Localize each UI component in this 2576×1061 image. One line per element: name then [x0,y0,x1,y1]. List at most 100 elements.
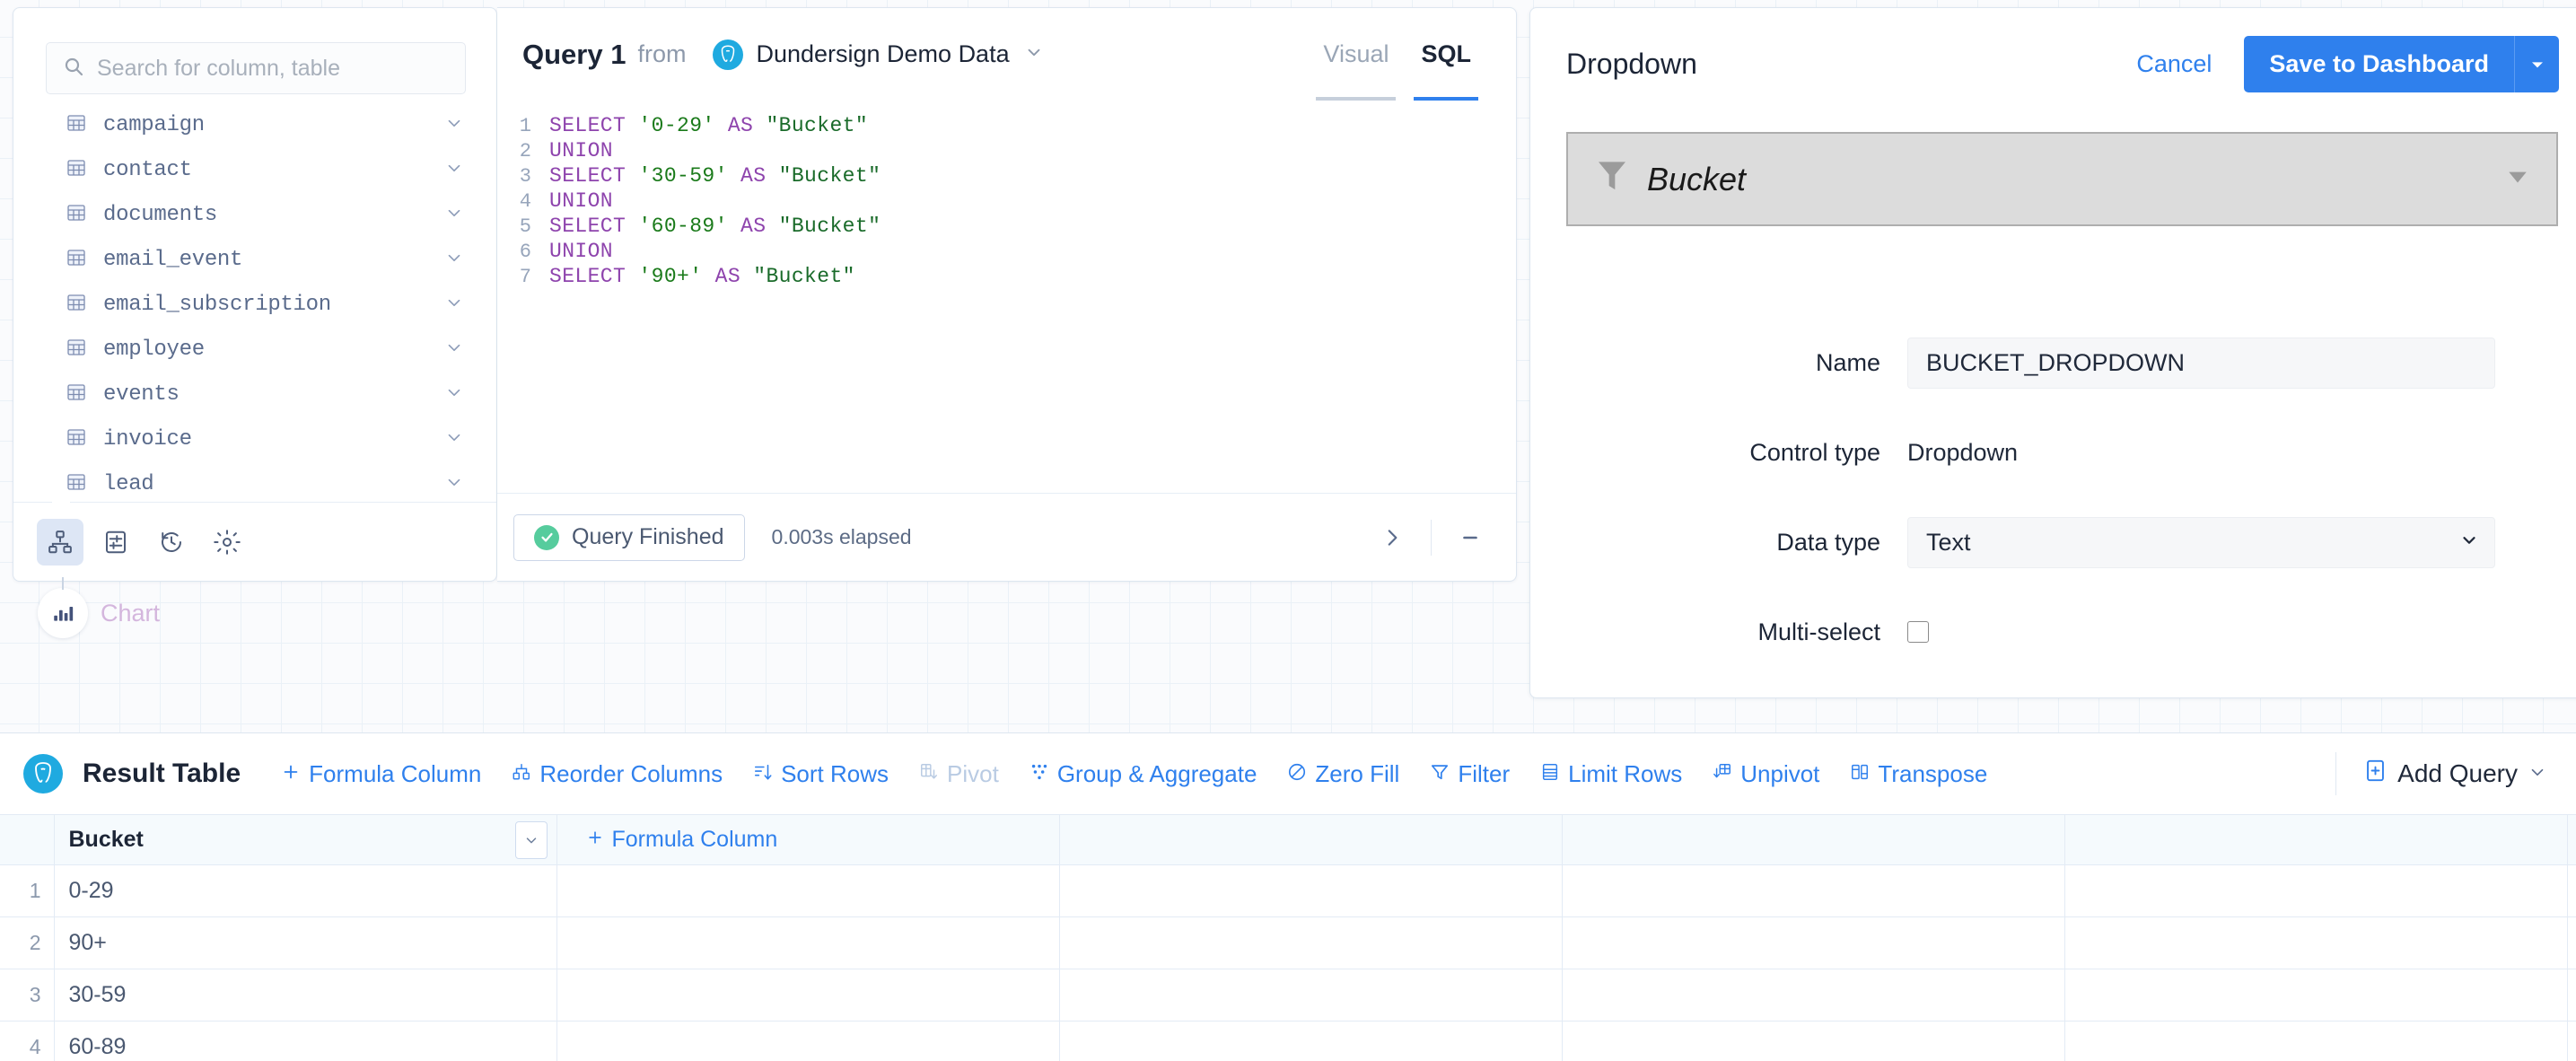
chevron-down-icon[interactable] [444,113,464,137]
table-list-item[interactable]: lead [13,461,496,506]
bar-chart-icon[interactable] [38,588,88,638]
add-formula-column-button[interactable]: Formula Column [572,827,1059,853]
table-list-item[interactable]: invoice [13,417,496,461]
column-header-bucket[interactable]: Bucket [53,814,557,865]
sql-line-text[interactable]: SELECT '90+' AS "Bucket" [549,265,855,288]
toolbar-action-transpose[interactable]: Transpose [1835,760,2002,788]
table-row[interactable]: 3 30-59 [0,969,2576,1022]
chart-tab[interactable]: Chart [16,577,160,638]
add-query-button[interactable]: Add Query [2363,758,2547,789]
toolbar-action-formula-column[interactable]: Formula Column [266,760,496,788]
table-list-item[interactable]: contact [13,147,496,192]
table-list-item[interactable]: documents [13,192,496,237]
cell-empty[interactable] [1058,1021,1563,1061]
sql-line-text[interactable]: SELECT '0-29' AS "Bucket" [549,114,868,137]
cell-empty[interactable] [1058,969,1563,1022]
cell-empty[interactable] [2063,864,2568,917]
check-circle-icon [534,524,559,550]
expand-chevron-icon[interactable] [1366,512,1418,564]
data-type-select[interactable]: Text [1907,516,2495,568]
sql-line-text[interactable]: UNION [549,189,613,213]
sql-line-text[interactable]: SELECT '30-59' AS "Bucket" [549,164,881,188]
sql-line: 7 SELECT '90+' AS "Bucket" [497,264,1516,289]
dropdown-preview-widget[interactable]: Bucket [1566,132,2558,226]
toolbar-action-sort-rows[interactable]: Sort Rows [738,760,904,788]
cell-empty[interactable] [556,916,1060,969]
toolbar-action-zero-fill[interactable]: Zero Fill [1272,760,1415,788]
cell-empty[interactable] [2063,969,2568,1022]
minimize-icon[interactable] [1444,512,1496,564]
cell-empty[interactable] [556,969,1060,1022]
dropdown-panel-header: Dropdown Cancel Save to Dashboard [1530,8,2576,120]
schema-icon[interactable] [37,518,83,566]
chevron-down-icon[interactable] [444,338,464,362]
cancel-button[interactable]: Cancel [2136,50,2212,78]
caret-down-icon[interactable] [2506,165,2529,193]
chevron-down-icon[interactable] [444,248,464,272]
chevron-down-icon[interactable] [444,158,464,182]
cell-empty[interactable] [2566,1021,2576,1061]
sql-line-text[interactable]: UNION [549,240,613,263]
search-input[interactable] [97,55,449,82]
group-icon [1030,760,1049,788]
settings-gear-icon[interactable] [204,519,250,566]
cell-empty[interactable] [2063,916,2568,969]
cell-empty[interactable] [1561,864,2065,917]
cell-empty[interactable] [2566,864,2576,917]
table-list-item[interactable]: campaign [13,102,496,147]
table-list-item[interactable]: events [13,372,496,417]
result-table-right-actions: Add Query [2335,752,2547,795]
table-row[interactable]: 2 90+ [0,916,2576,969]
cell-empty[interactable] [1561,1021,2065,1061]
field-row-data-type: Data type Text [1530,516,2576,568]
parameters-icon[interactable] [92,519,139,566]
toolbar-action-limit-rows[interactable]: Limit Rows [1525,760,1697,788]
toolbar-action-filter[interactable]: Filter [1415,760,1525,788]
chevron-down-icon[interactable] [1024,42,1044,66]
add-formula-column-header[interactable]: Formula Column [556,814,1060,865]
chevron-down-icon[interactable] [444,427,464,452]
tab-sql[interactable]: SQL [1405,8,1487,101]
cell-empty[interactable] [556,1021,1060,1061]
chevron-down-icon[interactable] [444,203,464,227]
table-list-item[interactable]: email_event [13,237,496,282]
table-row[interactable]: 1 0-29 [0,864,2576,917]
toolbar-action-reorder-columns[interactable]: Reorder Columns [496,760,738,788]
chart-tab-label[interactable]: Chart [101,600,160,627]
save-to-dashboard-button[interactable]: Save to Dashboard [2244,36,2514,92]
column-menu-chevron-icon[interactable] [514,820,548,859]
cell-empty[interactable] [2566,916,2576,969]
table-list-item[interactable]: employee [13,327,496,372]
cell-bucket[interactable]: 30-59 [53,969,557,1022]
chevron-down-icon[interactable] [444,472,464,496]
query-status-text: Query Finished [572,524,724,549]
multi-select-checkbox[interactable] [1907,621,1929,643]
toolbar-action-unpivot[interactable]: Unpivot [1697,760,1835,788]
cell-empty[interactable] [1561,916,2065,969]
row-number: 2 [0,916,55,969]
cell-empty[interactable] [2566,969,2576,1022]
table-row[interactable]: 4 60-89 [0,1021,2576,1061]
cell-bucket[interactable]: 90+ [53,916,557,969]
query-status-badge[interactable]: Query Finished [513,513,745,561]
sql-code-editor[interactable]: 1 SELECT '0-29' AS "Bucket" 2 UNION 3 SELECT … [497,101,1516,493]
sql-line-text[interactable]: UNION [549,139,613,162]
chevron-down-icon[interactable] [2528,759,2547,788]
cell-empty[interactable] [1058,864,1563,917]
cell-empty[interactable] [1058,916,1563,969]
table-list-item[interactable]: email_subscription [13,282,496,327]
search-box[interactable] [46,42,466,94]
name-input[interactable] [1907,337,2495,389]
save-options-caret-icon[interactable] [2514,36,2559,92]
cell-bucket[interactable]: 60-89 [53,1021,557,1061]
chevron-down-icon[interactable] [444,382,464,407]
history-icon[interactable] [148,519,195,566]
cell-bucket[interactable]: 0-29 [53,864,557,917]
chevron-down-icon[interactable] [444,293,464,317]
toolbar-action-group-aggregate[interactable]: Group & Aggregate [1014,760,1273,788]
tab-visual[interactable]: Visual [1307,8,1405,101]
cell-empty[interactable] [556,864,1060,917]
cell-empty[interactable] [1561,969,2065,1022]
sql-line-text[interactable]: SELECT '60-89' AS "Bucket" [549,215,881,238]
cell-empty[interactable] [2063,1021,2568,1061]
